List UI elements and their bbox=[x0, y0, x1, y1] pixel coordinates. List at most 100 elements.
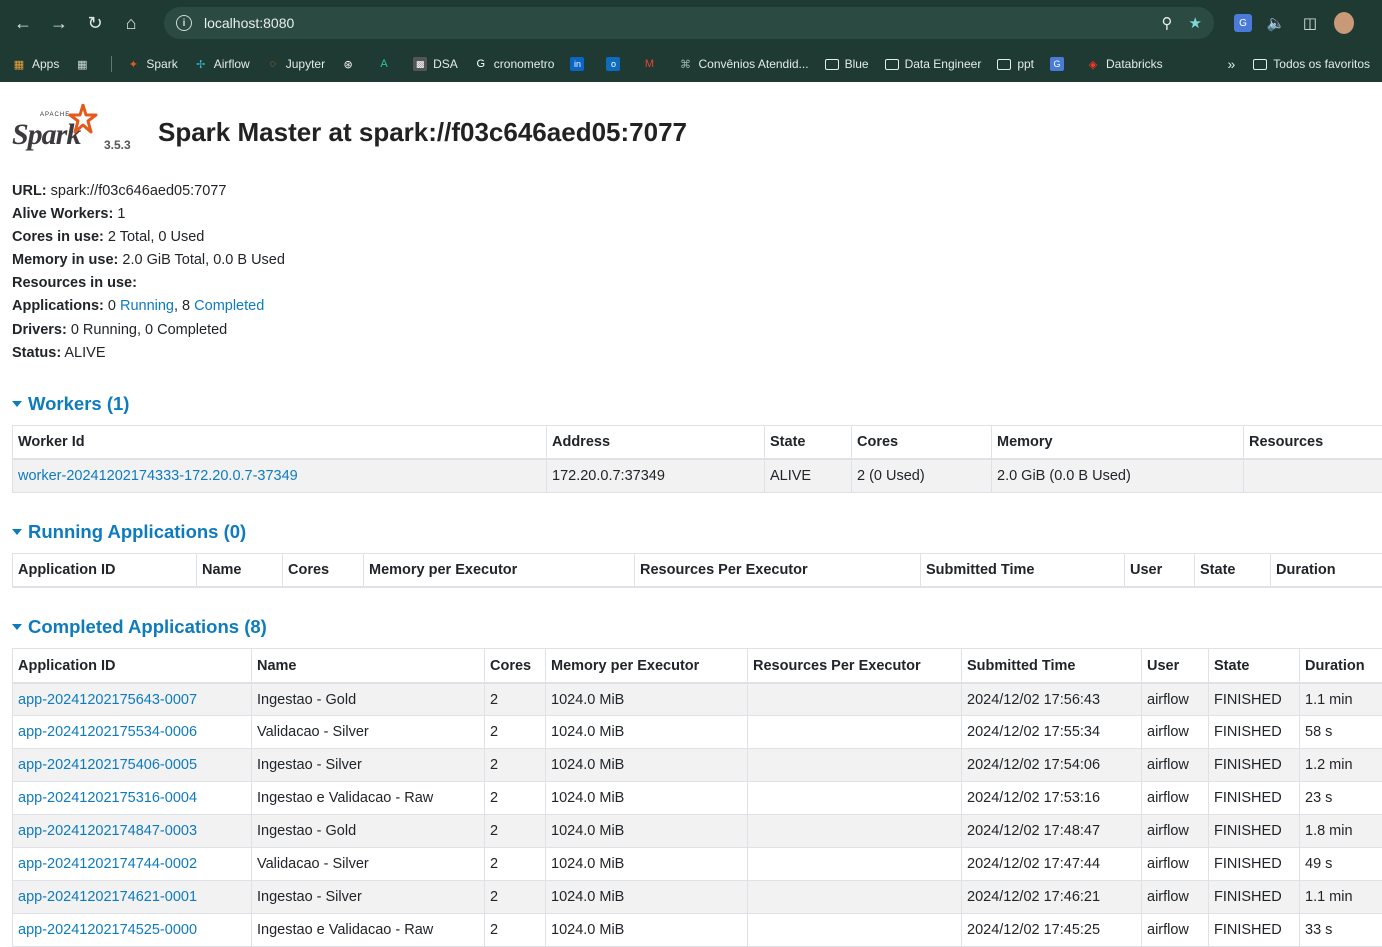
bookmark-dsa[interactable]: ▩DSA bbox=[413, 57, 458, 71]
address-bar-url[interactable]: localhost:8080 bbox=[204, 15, 1162, 31]
bookmark-label: Convênios Atendid... bbox=[698, 57, 808, 71]
bookmark-databricks[interactable]: ◈Databricks bbox=[1086, 57, 1163, 71]
home-icon[interactable]: ⌂ bbox=[116, 8, 146, 38]
column-header-application-id[interactable]: Application ID bbox=[13, 553, 197, 587]
application-id-link[interactable]: app-20241202174744-0002 bbox=[18, 856, 197, 872]
cell-memory-per-executor: 1024.0 MiB bbox=[546, 749, 748, 782]
column-header-address[interactable]: Address bbox=[547, 425, 765, 459]
column-header-name[interactable]: Name bbox=[252, 649, 485, 683]
cell-user: airflow bbox=[1142, 881, 1209, 914]
address-bar[interactable]: i localhost:8080 ⚲ ★ bbox=[164, 7, 1214, 39]
back-icon[interactable]: ← bbox=[8, 8, 38, 38]
page-header: APACHE Spark 3.5.3 Spark Master at spark… bbox=[12, 94, 1382, 156]
bookmark-label: Spark bbox=[146, 57, 177, 71]
extensions-puzzle-icon[interactable]: ◫ bbox=[1300, 13, 1320, 33]
bookmark-airflow[interactable]: ✢Airflow bbox=[194, 57, 250, 71]
column-header-user[interactable]: User bbox=[1125, 553, 1195, 587]
cell-application-id: app-20241202174525-0000 bbox=[13, 914, 252, 947]
cell-cores: 2 bbox=[485, 815, 546, 848]
cell-duration: 58 s bbox=[1300, 716, 1382, 749]
forward-icon[interactable]: → bbox=[44, 8, 74, 38]
table-row: app-20241202175406-0005 Ingestao - Silver… bbox=[13, 749, 1382, 782]
bookmark-blue[interactable]: Blue bbox=[825, 57, 869, 71]
cell-memory-per-executor: 1024.0 MiB bbox=[546, 716, 748, 749]
column-header-duration[interactable]: Duration bbox=[1300, 649, 1382, 683]
zoom-icon[interactable]: ⚲ bbox=[1162, 14, 1173, 32]
workers-section-toggle[interactable]: Workers (1) bbox=[12, 393, 1382, 415]
bookmark-label: Blue bbox=[845, 57, 869, 71]
speaker-icon[interactable]: 🔈 bbox=[1266, 13, 1286, 33]
bookmark-star-icon[interactable]: ★ bbox=[1189, 14, 1202, 32]
application-id-link[interactable]: app-20241202175643-0007 bbox=[18, 692, 197, 708]
outlook-icon: o bbox=[606, 57, 620, 71]
bookmark-spark[interactable]: ✦Spark bbox=[126, 57, 177, 71]
column-header-resources-per-executor[interactable]: Resources Per Executor bbox=[748, 649, 962, 683]
column-header-user[interactable]: User bbox=[1142, 649, 1209, 683]
bookmark-cronometro[interactable]: Gcronometro bbox=[474, 57, 555, 71]
bookmark-linkedin[interactable]: in bbox=[570, 57, 590, 71]
column-header-cores[interactable]: Cores bbox=[283, 553, 364, 587]
bookmark-outlook[interactable]: o bbox=[606, 57, 626, 71]
cell-name: Ingestao - Gold bbox=[252, 683, 485, 716]
application-id-link[interactable]: app-20241202175316-0004 bbox=[18, 790, 197, 806]
bookmark-apps[interactable]: ▦Apps bbox=[12, 57, 59, 71]
profile-avatar[interactable] bbox=[1334, 13, 1354, 33]
translate-extension-icon[interactable]: G bbox=[1234, 14, 1252, 32]
completed-apps-section-title: Completed Applications (8) bbox=[28, 616, 267, 638]
linkedin-icon: in bbox=[570, 57, 584, 71]
worker-id-link[interactable]: worker-20241202174333-172.20.0.7-37349 bbox=[18, 468, 298, 484]
cell-submitted-time: 2024/12/02 17:48:47 bbox=[962, 815, 1142, 848]
summary-resources: Resources in use: bbox=[12, 272, 1382, 295]
bookmark-data-engineer[interactable]: Data Engineer bbox=[885, 57, 982, 71]
bookmarks-overflow-button[interactable]: » bbox=[1227, 56, 1235, 72]
column-header-state[interactable]: State bbox=[1209, 649, 1300, 683]
application-id-link[interactable]: app-20241202174847-0003 bbox=[18, 823, 197, 839]
column-header-resources-per-executor[interactable]: Resources Per Executor bbox=[635, 553, 921, 587]
bookmark-conv-nios-atendid[interactable]: ⌘Convênios Atendid... bbox=[678, 57, 808, 71]
column-header-cores[interactable]: Cores bbox=[485, 649, 546, 683]
running-apps-section-toggle[interactable]: Running Applications (0) bbox=[12, 521, 1382, 543]
completed-apps-section-toggle[interactable]: Completed Applications (8) bbox=[12, 616, 1382, 638]
column-header-state[interactable]: State bbox=[765, 425, 852, 459]
spark-logo[interactable]: APACHE Spark bbox=[12, 108, 104, 156]
cell-cores: 2 bbox=[485, 848, 546, 881]
all-bookmarks-folder[interactable]: Todos os favoritos bbox=[1253, 57, 1370, 71]
column-header-name[interactable]: Name bbox=[197, 553, 283, 587]
bookmark-jupyter[interactable]: ◌Jupyter bbox=[266, 57, 325, 71]
table-row: app-20241202175316-0004Ingestao e Valida… bbox=[13, 782, 1382, 815]
cell-resources-per-executor bbox=[748, 848, 962, 881]
running-applications-link[interactable]: Running bbox=[120, 298, 174, 314]
column-header-submitted-time[interactable]: Submitted Time bbox=[921, 553, 1125, 587]
column-header-submitted-time[interactable]: Submitted Time bbox=[962, 649, 1142, 683]
cell-duration: 49 s bbox=[1300, 848, 1382, 881]
column-header-resources[interactable]: Resources bbox=[1244, 425, 1382, 459]
completed-applications-link[interactable]: Completed bbox=[194, 298, 264, 314]
column-header-memory-per-executor[interactable]: Memory per Executor bbox=[364, 553, 635, 587]
cell-duration: 23 s bbox=[1300, 782, 1382, 815]
cell-name: Ingestao - Silver bbox=[252, 749, 485, 782]
bookmark-gmail[interactable]: M bbox=[642, 57, 662, 71]
cell-cores: 2 bbox=[485, 683, 546, 716]
application-id-link[interactable]: app-20241202174621-0001 bbox=[18, 889, 197, 905]
column-header-cores[interactable]: Cores bbox=[852, 425, 992, 459]
reload-icon[interactable]: ↻ bbox=[80, 8, 110, 38]
column-header-worker-id[interactable]: Worker Id bbox=[13, 425, 547, 459]
bookmark-ppt[interactable]: ppt bbox=[997, 57, 1034, 71]
column-header-memory[interactable]: Memory bbox=[992, 425, 1244, 459]
column-header-application-id[interactable]: Application ID bbox=[13, 649, 252, 683]
bookmark-openai[interactable]: ⊛ bbox=[341, 57, 361, 71]
bookmark-a-logo[interactable]: A bbox=[377, 57, 397, 71]
column-header-state[interactable]: State bbox=[1195, 553, 1271, 587]
cell-state: FINISHED bbox=[1209, 815, 1300, 848]
application-id-link[interactable]: app-20241202174525-0000 bbox=[18, 922, 197, 938]
application-id-link[interactable]: app-20241202175534-0006 bbox=[18, 724, 197, 740]
site-info-icon[interactable]: i bbox=[176, 15, 192, 31]
bookmark-translate[interactable]: G bbox=[1050, 57, 1070, 71]
application-id-link[interactable]: app-20241202175406-0005 bbox=[18, 757, 197, 773]
spark-master-page: APACHE Spark 3.5.3 Spark Master at spark… bbox=[0, 94, 1382, 947]
column-header-memory-per-executor[interactable]: Memory per Executor bbox=[546, 649, 748, 683]
column-header-duration[interactable]: Duration bbox=[1271, 553, 1382, 587]
cell-application-id: app-20241202174744-0002 bbox=[13, 848, 252, 881]
airflow-icon: ✢ bbox=[194, 57, 208, 71]
bookmark-grid[interactable]: ▦ bbox=[75, 57, 95, 71]
